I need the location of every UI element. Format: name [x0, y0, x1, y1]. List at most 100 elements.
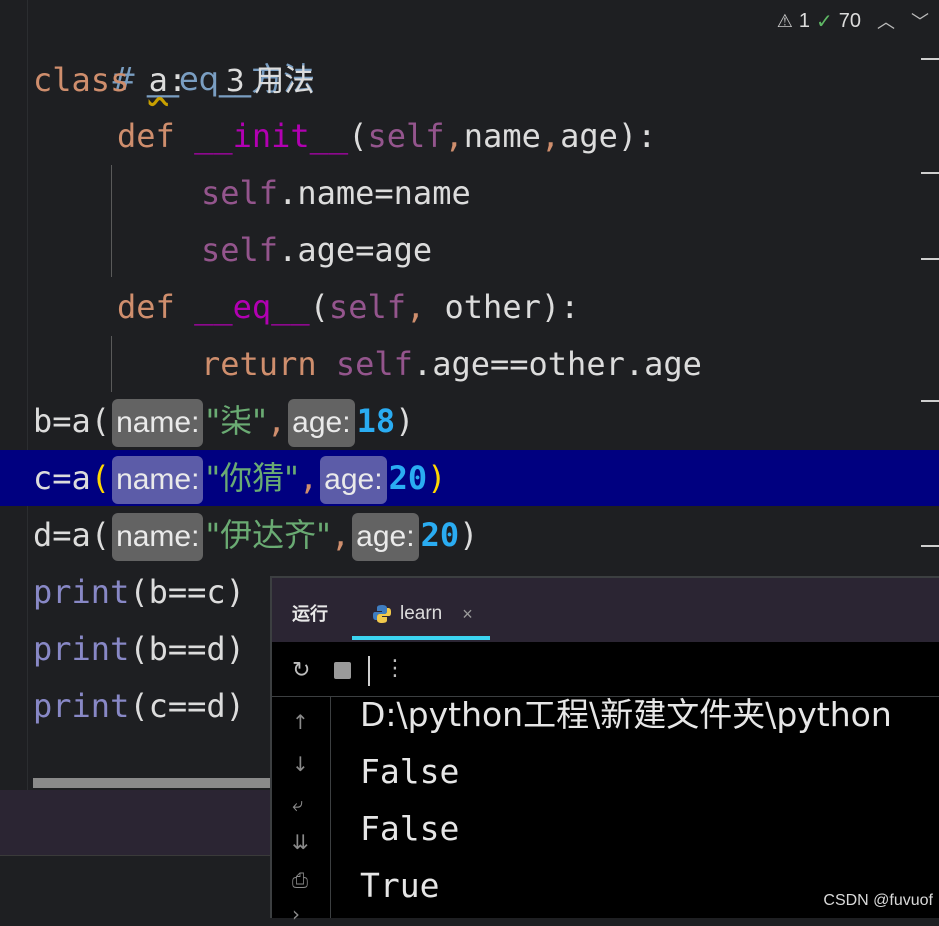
param: name: [463, 117, 541, 155]
expression: (b==d): [129, 630, 245, 668]
stop-icon[interactable]: [334, 662, 351, 679]
assignment: c=a: [33, 459, 91, 497]
param-hint: name:: [112, 456, 204, 504]
chevron-down-icon[interactable]: ﹀: [911, 8, 929, 34]
param-hint: age:: [288, 399, 355, 447]
status-strip: [0, 790, 272, 855]
number-literal: 20: [388, 459, 428, 497]
number-literal: 20: [420, 516, 460, 554]
expression: (c==d): [129, 687, 245, 725]
comma: ,: [444, 117, 464, 155]
self-param: self: [328, 288, 406, 326]
check-icon: ✓: [815, 10, 833, 33]
keyword-def: def: [117, 288, 175, 326]
params: other):: [425, 288, 580, 326]
run-header: 运行 learn ×: [272, 578, 939, 642]
toolbar-separator: [368, 656, 370, 686]
code-line-9[interactable]: c=a(name: "你猜", age: 20): [33, 450, 446, 507]
indent-guide: [111, 165, 112, 277]
keyword-return: return: [201, 345, 317, 383]
warning-count: 1: [798, 9, 810, 32]
code-line-7[interactable]: return self.age==other.age: [201, 336, 702, 393]
matched-paren: (: [90, 459, 111, 497]
code-line-4[interactable]: self.name=name: [201, 165, 471, 222]
soft-wrap-icon[interactable]: ⤶: [292, 792, 303, 816]
bottom-area: [0, 855, 272, 917]
self-param: self: [367, 117, 445, 155]
statement: .age=age: [278, 231, 433, 269]
arrow-up-icon[interactable]: ↑: [292, 710, 309, 734]
more-icon[interactable]: ⋮: [384, 656, 406, 681]
console-output-line: False: [360, 752, 460, 791]
print-icon[interactable]: ⎙: [292, 868, 308, 892]
rerun-icon[interactable]: ↻: [292, 658, 310, 683]
number-literal: 18: [356, 402, 396, 440]
expression: (b==c): [129, 573, 245, 611]
indent-guide: [111, 336, 112, 392]
comma: ,: [330, 516, 351, 554]
warning-icon: ⚠: [776, 10, 793, 31]
keyword-class: class: [33, 61, 130, 99]
chevron-up-icon[interactable]: ︿: [877, 8, 895, 34]
code-line-3[interactable]: def __init__(self,name,age):: [117, 108, 656, 165]
code-line-1[interactable]: # __eq__方法: [33, 0, 315, 98]
comma: ,: [298, 459, 319, 497]
self-ref: self: [335, 345, 413, 383]
inspection-widget[interactable]: ⚠ 1 ✓ 70 ︿ ﹀: [777, 8, 929, 34]
code-line-11[interactable]: print(b==c): [33, 564, 245, 621]
usages-hint[interactable]: 3 用法: [226, 64, 315, 99]
string-literal: "柒": [205, 402, 267, 440]
function-name: __eq__: [194, 288, 310, 326]
check-count: 70: [838, 9, 861, 32]
function-name: __init__: [194, 117, 349, 155]
tab-learn[interactable]: learn ×: [352, 588, 490, 640]
console-output-line: D:\python工程\新建文件夹\python: [360, 695, 892, 734]
code-line-13[interactable]: print(c==d): [33, 678, 245, 735]
param-hint: name:: [112, 513, 204, 561]
console-output-line: False: [360, 809, 460, 848]
paren: (: [309, 288, 329, 326]
scroll-marker: [921, 258, 939, 260]
horizontal-scrollbar[interactable]: [33, 778, 273, 788]
param-hint: name:: [112, 399, 204, 447]
arrow-down-icon[interactable]: ↓: [292, 752, 309, 776]
scroll-to-end-icon[interactable]: ⇊: [292, 830, 309, 854]
gutter-divider: [27, 0, 28, 790]
code-line-2[interactable]: class a: 3 用法: [33, 52, 314, 109]
expand-icon[interactable]: ›: [292, 902, 300, 926]
assignment: b=a(: [33, 402, 111, 440]
run-tool-window[interactable]: 运行 learn × ↻ ⋮ ↑ ↓ ⤶ ⇊ ⎙ › D:\python工程\新…: [270, 576, 939, 926]
run-label: 运行: [292, 604, 328, 625]
paren: ): [459, 516, 479, 554]
scroll-marker: [921, 172, 939, 174]
run-sidebar: ↑ ↓ ⤶ ⇊ ⎙ ›: [272, 696, 331, 926]
keyword-def: def: [117, 117, 175, 155]
param-hint: age:: [352, 513, 419, 561]
watermark: CSDN @fuvuof: [823, 892, 933, 909]
paren: (: [348, 117, 368, 155]
builtin-print: print: [33, 630, 130, 668]
scroll-marker: [921, 58, 939, 60]
string-literal: "伊达齐": [205, 516, 331, 554]
close-icon[interactable]: ×: [462, 604, 473, 625]
param-hint: age:: [320, 456, 387, 504]
self-ref: self: [201, 231, 279, 269]
code-line-5[interactable]: self.age=age: [201, 222, 432, 279]
python-icon: [373, 605, 391, 623]
scroll-marker: [921, 400, 939, 402]
code-line-8[interactable]: b=a(name: "柒", age: 18): [33, 393, 414, 450]
self-ref: self: [201, 174, 279, 212]
console-output-line: True: [360, 866, 440, 905]
string-literal: "你猜": [205, 459, 299, 497]
comma: ,: [540, 117, 561, 155]
comma: ,: [405, 288, 426, 326]
code-line-6[interactable]: def __eq__(self, other):: [117, 279, 579, 336]
expression: .age==other.age: [412, 345, 702, 383]
statement: .name=name: [278, 174, 471, 212]
param: age: [560, 117, 618, 155]
code-line-10[interactable]: d=a(name: "伊达齐", age: 20): [33, 507, 478, 564]
paren: ): [395, 402, 415, 440]
assignment: d=a(: [33, 516, 111, 554]
builtin-print: print: [33, 687, 130, 725]
code-line-12[interactable]: print(b==d): [33, 621, 245, 678]
